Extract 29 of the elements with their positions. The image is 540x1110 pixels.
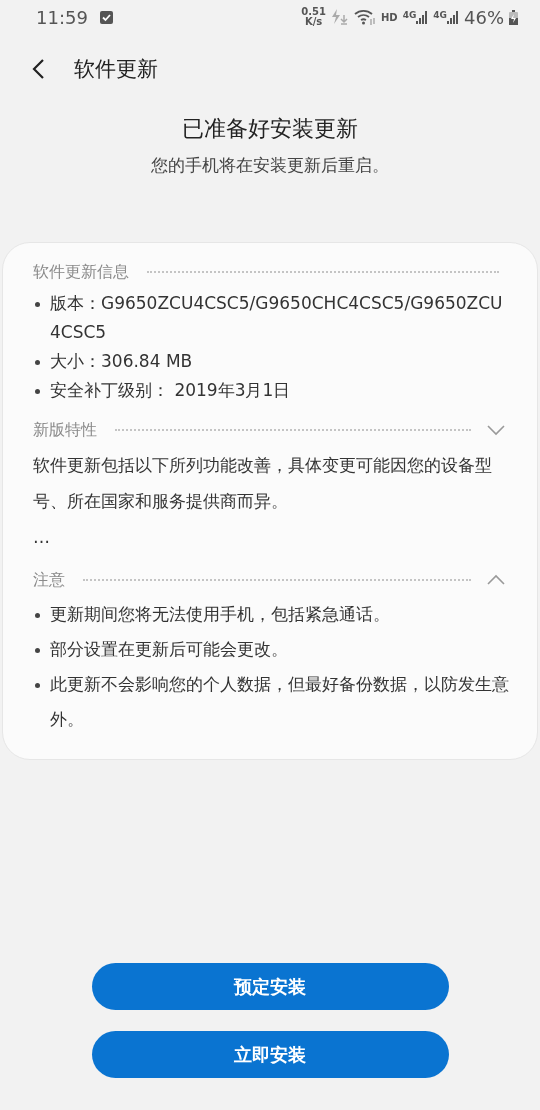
- section-heading: 注意: [33, 569, 65, 591]
- clock: 11:59: [36, 6, 88, 28]
- network-speed-unit: K/s: [304, 17, 323, 27]
- page-title: 软件更新: [74, 56, 158, 83]
- update-ready-heading: 已准备好安装更新: [182, 115, 358, 143]
- bullet-text: 安全补丁级别： 2019年3月1日: [50, 379, 291, 402]
- install-button[interactable]: 预定安装: [91, 963, 449, 1010]
- bullet-text: 版本：G9650ZCU4CSC5/G9650CHC4CSC5/G9650ZCU4CSC5: [50, 292, 504, 344]
- hd-label: HD: [381, 11, 398, 23]
- bullet-text: 此更新不会影响您的个人数据，但最好备份数据，以防发生意外。: [50, 673, 510, 731]
- wifi-icon: [354, 9, 376, 25]
- feature-description: 软件更新包括以下所列功能改善，具体变更可能因您的设备型号、所在国家和服务提供商而异。: [33, 454, 493, 513]
- signal-icon: [447, 10, 459, 24]
- checkbox-notification-icon: [99, 10, 113, 24]
- battery-percent: 46%: [464, 6, 504, 28]
- section-heading: 新版特性: [33, 419, 97, 441]
- restart-notice: 您的手机将在安装更新后重启。: [151, 154, 389, 177]
- network-type: 4G: [402, 10, 417, 20]
- bullet-text: 大小：306.84 MB: [50, 350, 193, 373]
- install-button[interactable]: 立即安装: [91, 1031, 449, 1078]
- charging-download-icon: [331, 9, 349, 25]
- network-type: 4G: [433, 10, 447, 20]
- bullet-text: 更新期间您将无法使用手机，包括紧急通话。: [50, 603, 390, 626]
- signal-icon: [416, 10, 429, 24]
- bullet-text: 部分设置在更新后可能会更改。: [50, 638, 288, 661]
- feature-description: …: [33, 526, 51, 549]
- network-speed: 0.51: [301, 7, 326, 17]
- battery-charging-icon: [509, 9, 518, 25]
- section-heading: 软件更新信息: [33, 261, 129, 283]
